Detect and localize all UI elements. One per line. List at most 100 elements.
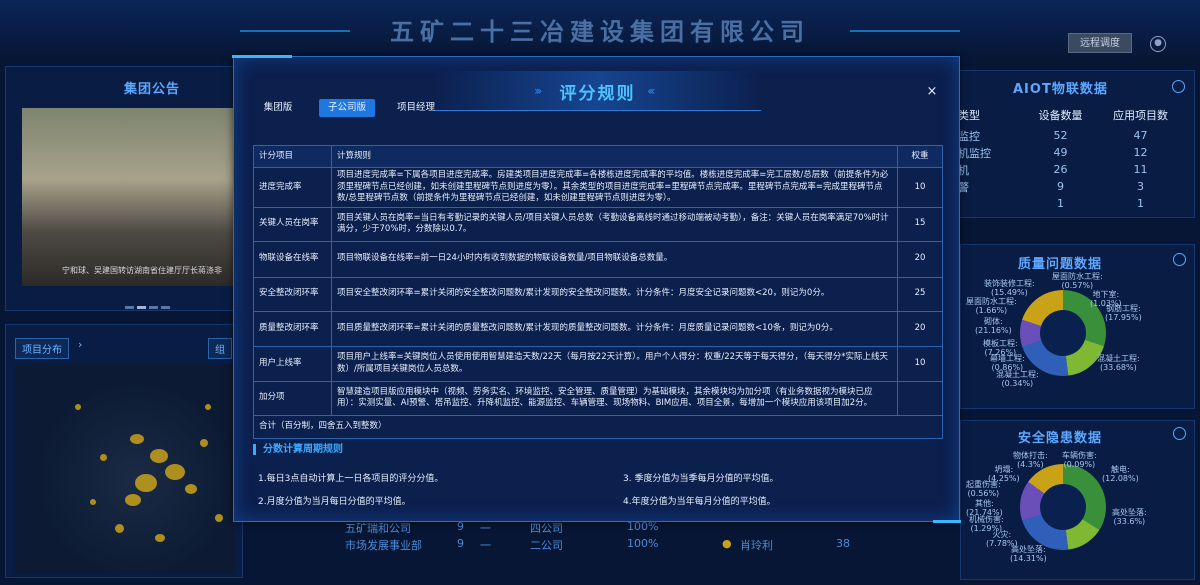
row-weight: 10 xyxy=(897,167,943,208)
carousel-dots[interactable] xyxy=(125,294,173,313)
row-item: 用户上线率 xyxy=(253,345,332,382)
dashboard-header: 五矿二十三冶建设集团有限公司 远程调度 ● xyxy=(0,0,1200,60)
user-avatar-icon[interactable]: ● xyxy=(1150,36,1166,52)
remote-dispatch-button[interactable]: 远程调度 xyxy=(1068,33,1132,53)
row-rule: 项目物联设备在线率=前一日24小时内有收到数据的物联设备数量/项目物联设备总数量… xyxy=(331,240,898,278)
chevron-right-icon[interactable]: › xyxy=(78,338,82,351)
row-item: 进度完成率 xyxy=(253,167,332,208)
aiot-row: 机监控 49 12 xyxy=(958,146,1148,160)
modal-corner-deco xyxy=(232,55,292,60)
group-tab[interactable]: 组 xyxy=(208,338,232,359)
row-rule: 项目用户上线率=关键岗位人员使用使用智慧建造天数/22天（每月按22天计算）。用… xyxy=(331,345,898,382)
safety-more-icon[interactable] xyxy=(1173,427,1186,440)
modal-title: 评分规则 xyxy=(559,84,636,104)
scoring-rules-table: 计分项目 计算规则 权重 进度完成率 项目进度完成率=下属各项目进度完成率。房建… xyxy=(253,145,943,439)
safety-donut-hole xyxy=(1040,484,1086,530)
bottom-row-score: 38 xyxy=(836,537,850,550)
table-total-row: 合计（百分制，四舍五入到整数） xyxy=(253,414,943,439)
bottom-row-name: 五矿瑞和公司 xyxy=(345,522,411,535)
quality-label: 砌体: (21.16%) xyxy=(975,317,1012,335)
announcement-title: 集团公告 xyxy=(124,82,181,97)
close-button[interactable]: × xyxy=(925,85,939,99)
bottom-row-person: 肖玲利 xyxy=(740,539,773,552)
column-header-item: 计分项目 xyxy=(253,145,332,168)
quality-label: 屋面防水工程: (1.66%) xyxy=(966,297,1017,315)
safety-label: 高处坠落: (14.31%) xyxy=(1010,545,1047,563)
period-note: 4.年度分值为当年每月分值的平均值。 xyxy=(623,497,776,507)
medal-icon: ● xyxy=(722,537,732,550)
bottom-row-name: 市场发展事业部 xyxy=(345,539,422,552)
province-map[interactable] xyxy=(15,364,235,574)
aiot-row: 警93 xyxy=(958,180,1144,194)
header-deco-right xyxy=(850,30,960,44)
bottom-row-rate: 100% xyxy=(627,537,659,550)
row-weight: 20 xyxy=(897,240,943,278)
aiot-more-icon[interactable] xyxy=(1172,80,1185,93)
row-item: 加分项 xyxy=(253,380,332,416)
safety-label: 车辆伤害: (0.09%) xyxy=(1062,451,1097,469)
tab-project-manager[interactable]: 项目经理 xyxy=(391,99,441,117)
column-header-weight: 权重 xyxy=(897,145,943,168)
row-rule: 项目安全整改闭环率=累计关闭的安全整改问题数/累计发现的安全整改问题数。计分条件… xyxy=(331,276,898,312)
table-row: 物联设备在线率 项目物联设备在线率=前一日24小时内有收到数据的物联设备数量/项… xyxy=(253,240,943,278)
announcement-photo[interactable] xyxy=(22,108,234,286)
row-weight: 25 xyxy=(897,276,943,312)
quality-label: 混凝土工程: (33.68%) xyxy=(1097,354,1140,372)
row-rule: 项目质量整改闭环率=累计关闭的质量整改问题数/累计发现的质量整改问题数。计分条件… xyxy=(331,310,898,347)
safety-label: 起重伤害: (0.56%) xyxy=(966,480,1001,498)
scoring-rules-modal: ››› 评分规则 ‹‹‹ × 集团版 子公司版 项目经理 计分项目 计算规则 权… xyxy=(232,55,961,523)
safety-title: 安全隐患数据 xyxy=(1018,431,1103,446)
quality-label: 屋面防水工程: (0.57%) xyxy=(1052,272,1103,290)
header-deco-left xyxy=(240,30,350,44)
period-note: 2.月度分值为当月每日分值的平均值。 xyxy=(258,497,411,507)
row-weight: 15 xyxy=(897,206,943,242)
total-note: 合计（百分制，四舍五入到整数） xyxy=(253,414,943,439)
modal-corner-deco xyxy=(933,513,961,523)
quality-more-icon[interactable] xyxy=(1173,253,1186,266)
aiot-header-row: 类型 设备数量 应用项目数 xyxy=(958,108,1168,122)
quality-label: 混凝土工程: (0.34%) xyxy=(996,370,1039,388)
quality-donut-hole xyxy=(1040,310,1086,356)
bottom-row-company: 四公司 xyxy=(530,522,563,535)
row-weight xyxy=(897,380,943,416)
company-title: 五矿二十三冶建设集团有限公司 xyxy=(390,18,810,46)
aiot-title: AIOT物联数据 xyxy=(1013,82,1108,97)
aiot-row: 机 26 11 xyxy=(958,163,1148,177)
table-row: 用户上线率 项目用户上线率=关键岗位人员使用使用智慧建造天数/22天（每月按22… xyxy=(253,345,943,382)
chevrons-right-icon: ‹‹‹ xyxy=(647,84,656,98)
tab-group-version[interactable]: 集团版 xyxy=(256,99,300,117)
row-item: 关键人员在岗率 xyxy=(253,206,332,242)
row-item: 质量整改闭环率 xyxy=(253,310,332,347)
announcement-caption[interactable]: 宁和球、吴建国转访湖南省住建厅厅长蒋涤非 xyxy=(22,265,234,276)
period-note: 3. 季度分值为当季每月分值的平均值。 xyxy=(623,474,779,484)
bottom-row-dash: 一 xyxy=(480,522,491,535)
table-row: 进度完成率 项目进度完成率=下属各项目进度完成率。房建类项目进度完成率=各楼栋进… xyxy=(253,167,943,208)
bottom-row-company: 二公司 xyxy=(530,539,563,552)
quality-title: 质量问题数据 xyxy=(1018,257,1103,272)
row-rule: 项目关键人员在岗率=当日有考勤记录的关键人员/项目关键人员总数（考勤设备离线时通… xyxy=(331,206,898,242)
column-header-rule: 计算规则 xyxy=(331,145,898,168)
aiot-table: 类型 设备数量 应用项目数 监控 52 47 机监控 49 12 机 26 11 警93 11 xyxy=(958,106,1188,212)
quality-label: 钢筋工程: (17.95%) xyxy=(1105,304,1142,322)
safety-label: 触电: (12.08%) xyxy=(1102,465,1139,483)
row-rule: 智慧建造项目版应用模块中（视频、劳务实名、环境监控、安全管理、质量管理）为基础模… xyxy=(331,380,898,416)
table-row: 安全整改闭环率 项目安全整改闭环率=累计关闭的安全整改问题数/累计发现的安全整改… xyxy=(253,276,943,312)
row-weight: 10 xyxy=(897,345,943,382)
row-item: 安全整改闭环率 xyxy=(253,276,332,312)
table-row: 关键人员在岗率 项目关键人员在岗率=当日有考勤记录的关键人员/项目关键人员总数（… xyxy=(253,206,943,242)
table-row: 加分项 智慧建造项目版应用模块中（视频、劳务实名、环境监控、安全管理、质量管理）… xyxy=(253,380,943,416)
tab-subsidiary-version[interactable]: 子公司版 xyxy=(319,99,375,117)
table-row: 质量整改闭环率 项目质量整改闭环率=累计关闭的质量整改问题数/累计发现的质量整改… xyxy=(253,310,943,347)
bottom-row-count: 9 xyxy=(457,537,464,550)
row-weight: 20 xyxy=(897,310,943,347)
period-note: 1.每日3点自动计算上一日各项目的评分分值。 xyxy=(258,474,444,484)
period-rules-heading: 分数计算周期规则 xyxy=(253,444,343,455)
project-distribution-tab[interactable]: 项目分布 xyxy=(15,338,69,359)
modal-title-bar: ››› 评分规则 ‹‹‹ xyxy=(434,71,761,111)
aiot-row: 监控 52 47 xyxy=(958,129,1148,143)
aiot-row: 11 xyxy=(1057,197,1144,210)
safety-label: 高处坠落: (33.6%) xyxy=(1112,508,1147,526)
bottom-row-dash: 一 xyxy=(480,539,491,552)
quality-label: 装饰装修工程: (15.49%) xyxy=(984,279,1035,297)
row-rule: 项目进度完成率=下属各项目进度完成率。房建类项目进度完成率=各楼栋进度完成率的平… xyxy=(331,167,898,208)
